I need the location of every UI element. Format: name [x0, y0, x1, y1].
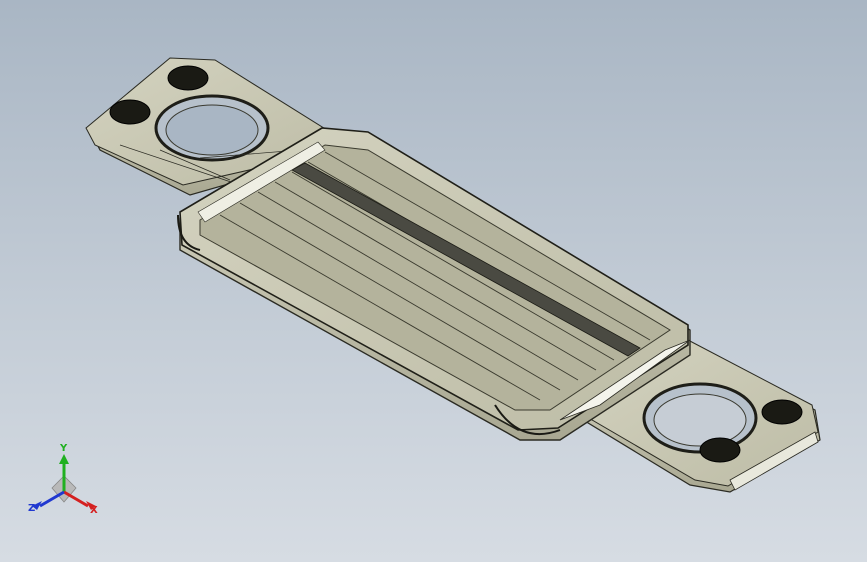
z-axis-label: Z: [28, 503, 36, 514]
graphics-viewport[interactable]: Y Z X: [0, 0, 867, 562]
y-axis-label: Y: [60, 443, 68, 454]
z-axis-arrow: [39, 490, 65, 508]
main-plate-body: [177, 127, 691, 441]
bolt-boss-4: [699, 437, 741, 463]
bolt-boss-2: [109, 99, 151, 125]
bolt-boss-3: [761, 399, 803, 425]
x-axis-label: X: [90, 505, 98, 516]
orientation-triad[interactable]: Y Z X: [22, 444, 106, 524]
x-axis-arrow: [63, 490, 89, 508]
bolt-boss-1: [167, 65, 209, 91]
cad-model[interactable]: [0, 0, 867, 562]
